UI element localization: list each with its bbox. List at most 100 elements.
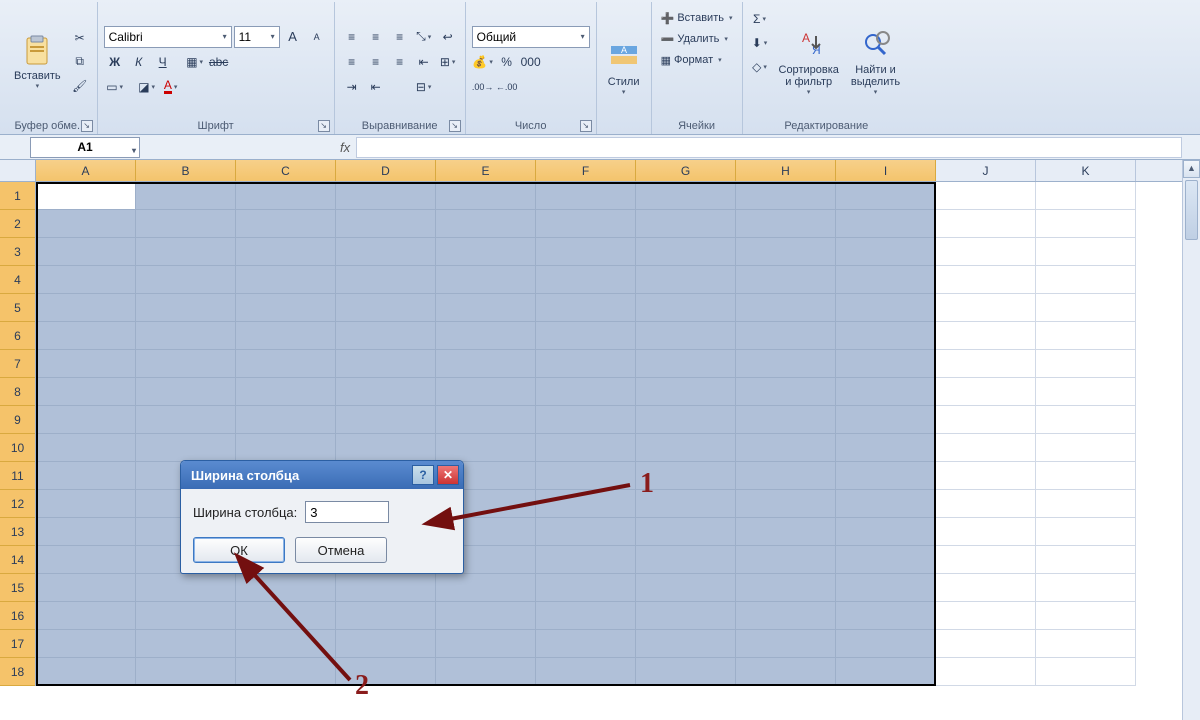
wrap-text-button[interactable]: ↩ bbox=[437, 26, 459, 48]
cell[interactable] bbox=[736, 658, 836, 686]
cell[interactable] bbox=[436, 266, 536, 294]
cell[interactable] bbox=[436, 434, 536, 462]
underline-button[interactable]: Ч bbox=[152, 51, 174, 73]
cell[interactable] bbox=[36, 378, 136, 406]
cell[interactable] bbox=[836, 238, 936, 266]
select-all-corner[interactable] bbox=[0, 160, 36, 182]
cell[interactable] bbox=[736, 462, 836, 490]
cell[interactable] bbox=[936, 294, 1036, 322]
cell[interactable] bbox=[436, 658, 536, 686]
cell[interactable] bbox=[736, 406, 836, 434]
cell[interactable] bbox=[136, 322, 236, 350]
cell[interactable] bbox=[936, 462, 1036, 490]
cell[interactable] bbox=[936, 322, 1036, 350]
cell[interactable] bbox=[836, 182, 936, 210]
cell[interactable] bbox=[736, 294, 836, 322]
font-size-combo[interactable]: 11 bbox=[234, 26, 280, 48]
clear-button[interactable]: ◇ bbox=[749, 56, 771, 78]
shrink-font-button[interactable]: A bbox=[306, 26, 328, 48]
cell[interactable] bbox=[1036, 294, 1136, 322]
cell[interactable] bbox=[336, 602, 436, 630]
insert-cells-button[interactable]: ➕Вставить bbox=[658, 8, 736, 28]
cell[interactable] bbox=[836, 210, 936, 238]
cell[interactable] bbox=[836, 462, 936, 490]
row-header-6[interactable]: 6 bbox=[0, 322, 35, 350]
cell[interactable] bbox=[636, 294, 736, 322]
cell[interactable] bbox=[36, 518, 136, 546]
cell[interactable] bbox=[36, 350, 136, 378]
cell[interactable] bbox=[436, 350, 536, 378]
percent-button[interactable]: % bbox=[496, 51, 518, 73]
cell[interactable] bbox=[636, 462, 736, 490]
align-right-button[interactable]: ≡ bbox=[389, 51, 411, 73]
row-header-9[interactable]: 9 bbox=[0, 406, 35, 434]
align-bottom-button[interactable]: ≡ bbox=[389, 26, 411, 48]
cell[interactable] bbox=[336, 630, 436, 658]
dialog-help-button[interactable]: ? bbox=[412, 465, 434, 485]
find-select-button[interactable]: Найти и выделить ▾ bbox=[847, 4, 904, 119]
cell[interactable] bbox=[136, 406, 236, 434]
cell[interactable] bbox=[236, 574, 336, 602]
cell[interactable] bbox=[36, 266, 136, 294]
grow-font-button[interactable]: A bbox=[282, 26, 304, 48]
cell[interactable] bbox=[36, 490, 136, 518]
cell[interactable] bbox=[936, 182, 1036, 210]
merge-button[interactable]: ⊞ bbox=[437, 51, 459, 73]
column-header-G[interactable]: G bbox=[636, 160, 736, 181]
scroll-thumb[interactable] bbox=[1185, 180, 1198, 240]
row-header-14[interactable]: 14 bbox=[0, 546, 35, 574]
indent-dec2-button[interactable]: ⇤ bbox=[365, 76, 387, 98]
cell[interactable] bbox=[1036, 434, 1136, 462]
paste-button[interactable]: Вставить ▾ bbox=[10, 4, 65, 119]
cell[interactable] bbox=[536, 266, 636, 294]
column-header-J[interactable]: J bbox=[936, 160, 1036, 181]
indent-inc-button[interactable]: ⇥ bbox=[341, 76, 363, 98]
currency-button[interactable]: 💰 bbox=[472, 51, 494, 73]
cell[interactable] bbox=[136, 210, 236, 238]
cell[interactable] bbox=[336, 658, 436, 686]
fill-button[interactable]: ⬇ bbox=[749, 32, 771, 54]
cell[interactable] bbox=[436, 630, 536, 658]
row-header-8[interactable]: 8 bbox=[0, 378, 35, 406]
cell[interactable] bbox=[736, 630, 836, 658]
cell[interactable] bbox=[236, 406, 336, 434]
cell[interactable] bbox=[636, 182, 736, 210]
cell[interactable] bbox=[1036, 574, 1136, 602]
font-color-button[interactable]: A bbox=[160, 76, 182, 98]
cell[interactable] bbox=[636, 602, 736, 630]
dialog-titlebar[interactable]: Ширина столбца ? ✕ bbox=[181, 461, 463, 489]
cell[interactable] bbox=[936, 266, 1036, 294]
cell[interactable] bbox=[236, 602, 336, 630]
cell[interactable] bbox=[836, 322, 936, 350]
cell[interactable] bbox=[936, 546, 1036, 574]
delete-cells-button[interactable]: ➖Удалить bbox=[658, 29, 736, 49]
cell[interactable] bbox=[636, 490, 736, 518]
cell[interactable] bbox=[36, 182, 136, 210]
formula-input[interactable] bbox=[356, 137, 1182, 158]
cell[interactable] bbox=[836, 518, 936, 546]
cell[interactable] bbox=[1036, 602, 1136, 630]
cell[interactable] bbox=[1036, 350, 1136, 378]
cell[interactable] bbox=[336, 210, 436, 238]
cell[interactable] bbox=[236, 238, 336, 266]
cell[interactable] bbox=[336, 238, 436, 266]
cell[interactable] bbox=[436, 406, 536, 434]
cell[interactable] bbox=[636, 546, 736, 574]
border-bottom-button[interactable]: ▭ bbox=[104, 76, 126, 98]
row-header-18[interactable]: 18 bbox=[0, 658, 35, 686]
cell[interactable] bbox=[236, 266, 336, 294]
cell[interactable] bbox=[736, 378, 836, 406]
cell[interactable] bbox=[436, 294, 536, 322]
cell[interactable] bbox=[436, 574, 536, 602]
fx-icon[interactable]: fx bbox=[340, 140, 350, 155]
cell[interactable] bbox=[1036, 322, 1136, 350]
format-cells-button[interactable]: ▦Формат bbox=[658, 50, 736, 70]
cell[interactable] bbox=[1036, 546, 1136, 574]
cell[interactable] bbox=[936, 238, 1036, 266]
italic-button[interactable]: К bbox=[128, 51, 150, 73]
strike-button[interactable]: abc bbox=[208, 51, 230, 73]
cell[interactable] bbox=[536, 602, 636, 630]
cell[interactable] bbox=[336, 574, 436, 602]
cell[interactable] bbox=[836, 658, 936, 686]
cell[interactable] bbox=[1036, 210, 1136, 238]
